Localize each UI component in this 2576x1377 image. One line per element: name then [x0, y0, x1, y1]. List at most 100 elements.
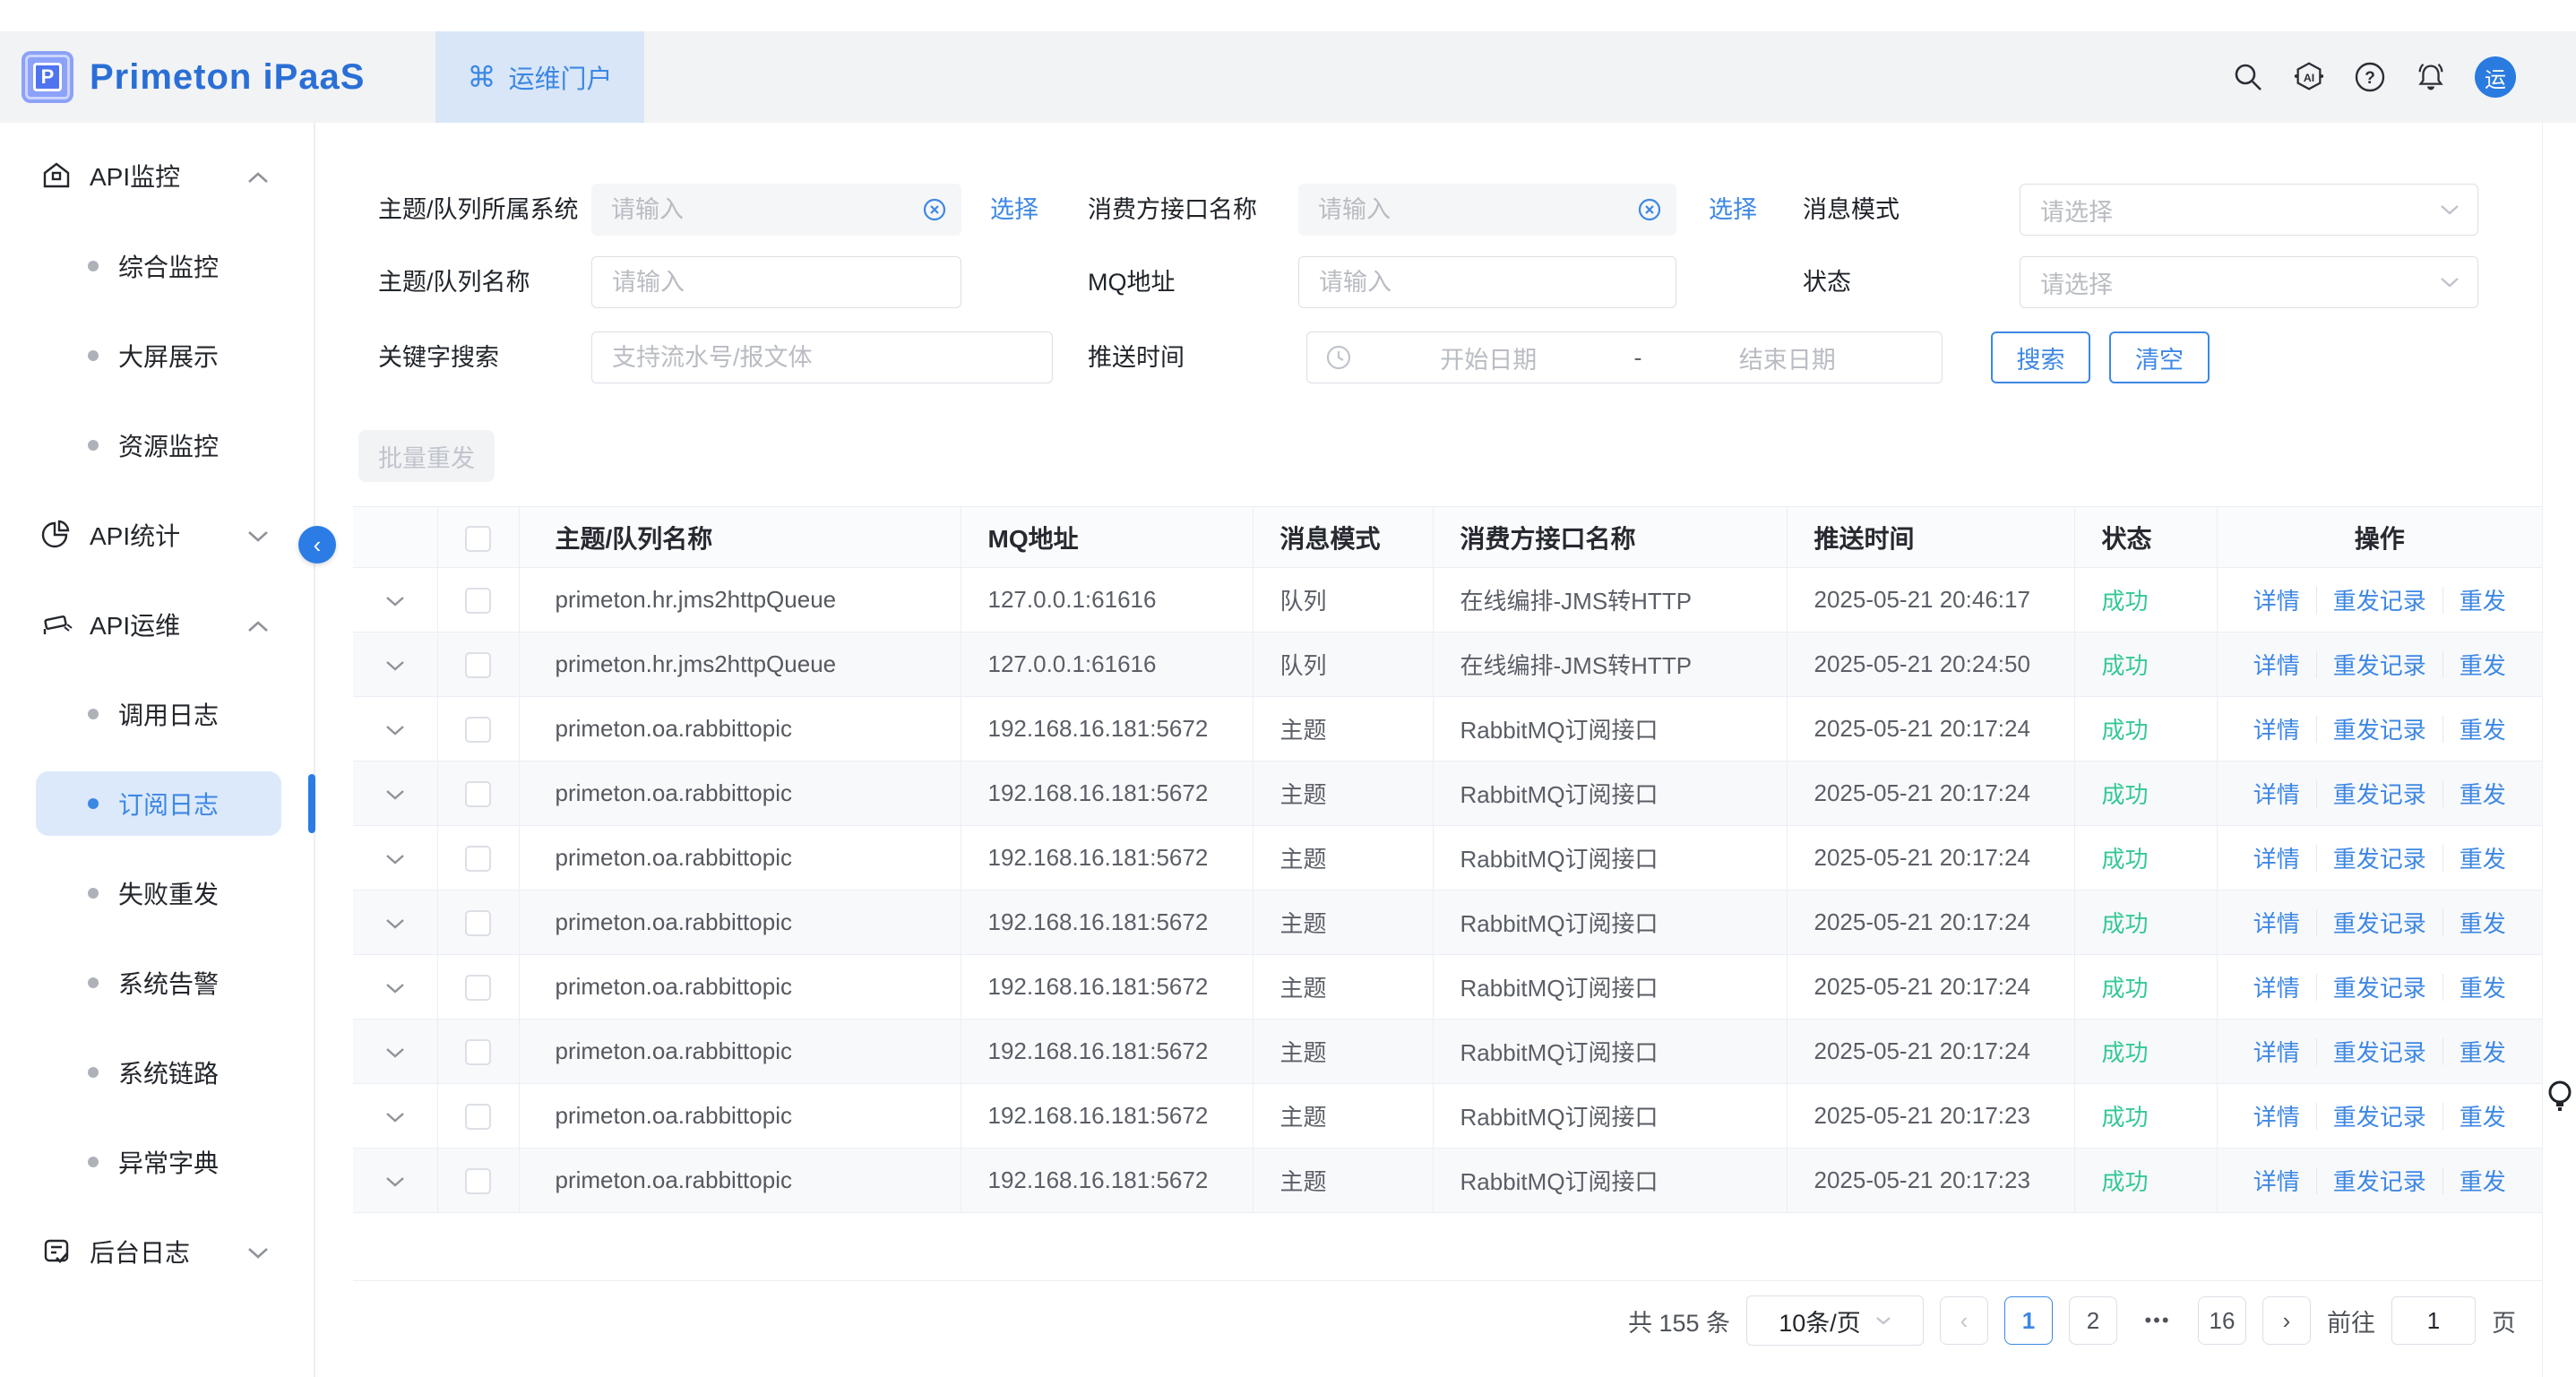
start-date-placeholder[interactable]: 开始日期 [1352, 340, 1625, 375]
consumer-filter-input[interactable] [1298, 184, 1676, 236]
chevron-down-icon[interactable] [385, 660, 405, 672]
detail-link[interactable]: 详情 [2237, 841, 2316, 874]
status-filter-select[interactable]: 请选择 [2020, 256, 2478, 308]
detail-link[interactable]: 详情 [2237, 970, 2316, 1003]
sidebar-group-api-ops[interactable]: API运维 [0, 598, 315, 650]
row-checkbox[interactable] [465, 588, 491, 614]
row-checkbox[interactable] [465, 1168, 491, 1194]
sidebar-group-backend-log[interactable]: 后台日志 [0, 1226, 315, 1278]
chevron-down-icon[interactable] [385, 1112, 405, 1123]
cell-status: 成功 [2074, 955, 2217, 1020]
chevron-down-icon[interactable] [385, 725, 405, 736]
system-select-link[interactable]: 选择 [990, 184, 1038, 236]
resend-link[interactable]: 重发 [2443, 1035, 2522, 1068]
resend-log-link[interactable]: 重发记录 [2317, 777, 2442, 810]
resend-link[interactable]: 重发 [2443, 1099, 2522, 1132]
resend-log-link[interactable]: 重发记录 [2317, 1164, 2442, 1197]
resend-link[interactable]: 重发 [2443, 777, 2522, 810]
sidebar-item-call-log[interactable]: 调用日志 [0, 688, 315, 740]
sidebar-item-resource[interactable]: 资源监控 [0, 419, 315, 471]
ai-assistant-icon[interactable]: AI [2292, 60, 2326, 94]
more-pages-ellipsis[interactable]: ••• [2133, 1309, 2182, 1332]
resend-log-link[interactable]: 重发记录 [2317, 583, 2442, 616]
batch-resend-button[interactable]: 批量重发 [358, 430, 495, 482]
chevron-down-icon[interactable] [385, 983, 405, 994]
cell-actions: 详情重发记录重发 [2217, 826, 2542, 891]
select-all-checkbox[interactable] [465, 526, 491, 552]
row-checkbox[interactable] [465, 975, 491, 1001]
consumer-select-link[interactable]: 选择 [1709, 184, 1757, 236]
chevron-down-icon[interactable] [385, 918, 405, 930]
chevron-down-icon[interactable] [385, 596, 405, 607]
system-filter-input[interactable] [591, 184, 961, 236]
clear-circle-icon[interactable] [1637, 197, 1662, 227]
sidebar-item-overview[interactable]: 综合监控 [0, 240, 315, 292]
chevron-down-icon[interactable] [385, 789, 405, 801]
row-checkbox[interactable] [465, 1104, 491, 1130]
name-filter-input[interactable] [592, 257, 961, 307]
page-button-1[interactable]: 1 [2004, 1296, 2053, 1345]
resend-link[interactable]: 重发 [2443, 841, 2522, 874]
detail-link[interactable]: 详情 [2237, 583, 2316, 616]
resend-log-link[interactable]: 重发记录 [2317, 841, 2442, 874]
detail-link[interactable]: 详情 [2237, 648, 2316, 681]
sidebar-item-subscribe-log[interactable]: 订阅日志 [0, 778, 315, 830]
clear-button[interactable]: 清空 [2109, 331, 2210, 383]
sidebar-item-exception-dict[interactable]: 异常字典 [0, 1136, 315, 1188]
goto-page-input[interactable] [2391, 1296, 2476, 1345]
row-checkbox[interactable] [465, 1039, 491, 1065]
resend-log-link[interactable]: 重发记录 [2317, 648, 2442, 681]
notification-bell-icon[interactable] [2414, 60, 2448, 94]
sidebar-item-fail-resend[interactable]: 失败重发 [0, 867, 315, 919]
active-item-bar [308, 774, 315, 833]
detail-link[interactable]: 详情 [2237, 1099, 2316, 1132]
chevron-down-icon[interactable] [385, 1176, 405, 1188]
next-page-button[interactable]: › [2262, 1296, 2311, 1345]
detail-link[interactable]: 详情 [2237, 906, 2316, 939]
search-button[interactable]: 搜索 [1991, 331, 2090, 383]
row-checkbox[interactable] [465, 652, 491, 678]
search-icon[interactable] [2231, 60, 2265, 94]
clear-circle-icon[interactable] [922, 197, 947, 227]
resend-link[interactable]: 重发 [2443, 1164, 2522, 1197]
sidebar-group-api-stats[interactable]: API统计 [0, 509, 315, 561]
push-time-range-picker[interactable]: 开始日期 - 结束日期 [1306, 331, 1943, 383]
resend-link[interactable]: 重发 [2443, 583, 2522, 616]
sidebar-collapse-button[interactable]: ‹ [298, 526, 336, 564]
row-checkbox[interactable] [465, 781, 491, 807]
detail-link[interactable]: 详情 [2237, 777, 2316, 810]
row-checkbox[interactable] [465, 910, 491, 936]
chevron-down-icon[interactable] [385, 854, 405, 865]
detail-link[interactable]: 详情 [2237, 712, 2316, 745]
resend-link[interactable]: 重发 [2443, 648, 2522, 681]
row-checkbox[interactable] [465, 846, 491, 872]
page-button-2[interactable]: 2 [2069, 1296, 2117, 1345]
page-size-select[interactable]: 10条/页 [1746, 1295, 1924, 1346]
help-icon[interactable]: ? [2353, 60, 2387, 94]
sidebar-item-sys-alert[interactable]: 系统告警 [0, 957, 315, 1009]
detail-link[interactable]: 详情 [2237, 1164, 2316, 1197]
mq-filter-input[interactable] [1299, 257, 1676, 307]
sidebar-item-bigscreen[interactable]: 大屏展示 [0, 330, 315, 382]
resend-log-link[interactable]: 重发记录 [2317, 1035, 2442, 1068]
resend-link[interactable]: 重发 [2443, 970, 2522, 1003]
lightbulb-icon[interactable] [2546, 1080, 2573, 1122]
page-button-16[interactable]: 16 [2198, 1296, 2246, 1345]
end-date-placeholder[interactable]: 结束日期 [1651, 340, 1925, 375]
detail-link[interactable]: 详情 [2237, 1035, 2316, 1068]
keyword-filter-input[interactable] [592, 332, 1052, 383]
tab-ops-portal[interactable]: ⌘ 运维门户 [435, 31, 644, 123]
resend-log-link[interactable]: 重发记录 [2317, 1099, 2442, 1132]
resend-log-link[interactable]: 重发记录 [2317, 970, 2442, 1003]
prev-page-button[interactable]: ‹ [1940, 1296, 1988, 1345]
resend-link[interactable]: 重发 [2443, 906, 2522, 939]
mode-filter-select[interactable]: 请选择 [2020, 184, 2478, 236]
user-avatar[interactable]: 运 [2475, 56, 2516, 98]
row-checkbox[interactable] [465, 717, 491, 743]
resend-log-link[interactable]: 重发记录 [2317, 712, 2442, 745]
resend-link[interactable]: 重发 [2443, 712, 2522, 745]
sidebar-group-api-monitor[interactable]: API监控 [0, 150, 315, 202]
chevron-down-icon[interactable] [385, 1047, 405, 1059]
resend-log-link[interactable]: 重发记录 [2317, 906, 2442, 939]
sidebar-item-sys-link[interactable]: 系统链路 [0, 1046, 315, 1098]
